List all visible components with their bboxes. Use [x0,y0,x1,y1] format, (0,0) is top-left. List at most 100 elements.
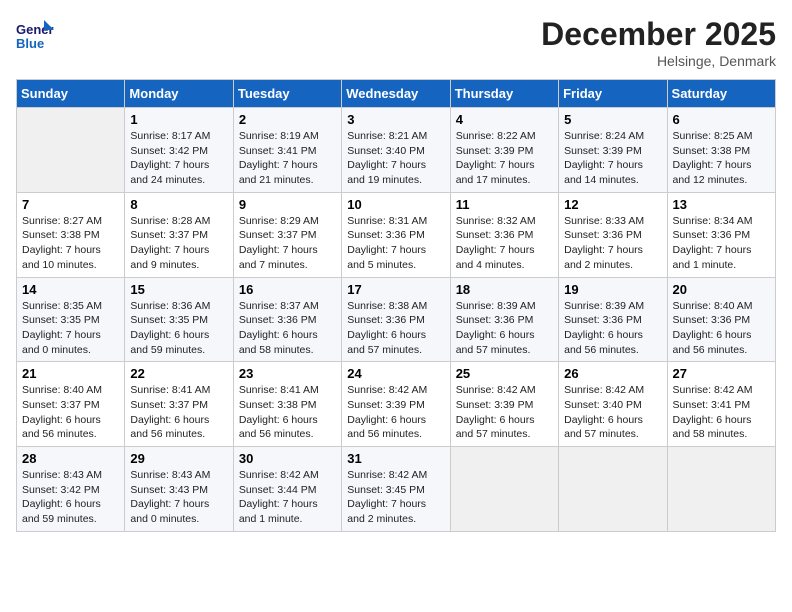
calendar-week-row: 21 Sunrise: 8:40 AMSunset: 3:37 PMDayligh… [17,362,776,447]
cell-details: Sunrise: 8:36 AMSunset: 3:35 PMDaylight:… [130,299,227,358]
logo-icon: General Blue [16,16,54,54]
col-header-wednesday: Wednesday [342,80,450,108]
cell-details: Sunrise: 8:27 AMSunset: 3:38 PMDaylight:… [22,214,119,273]
cell-details: Sunrise: 8:22 AMSunset: 3:39 PMDaylight:… [456,129,553,188]
calendar-table: SundayMondayTuesdayWednesdayThursdayFrid… [16,79,776,532]
cell-details: Sunrise: 8:29 AMSunset: 3:37 PMDaylight:… [239,214,336,273]
day-number: 19 [564,282,661,297]
cell-details: Sunrise: 8:28 AMSunset: 3:37 PMDaylight:… [130,214,227,273]
calendar-cell: 18 Sunrise: 8:39 AMSunset: 3:36 PMDayligh… [450,277,558,362]
cell-details: Sunrise: 8:42 AMSunset: 3:40 PMDaylight:… [564,383,661,442]
logo: General Blue [16,16,58,54]
cell-details: Sunrise: 8:42 AMSunset: 3:44 PMDaylight:… [239,468,336,527]
day-number: 4 [456,112,553,127]
calendar-cell: 13 Sunrise: 8:34 AMSunset: 3:36 PMDayligh… [667,192,775,277]
calendar-cell: 20 Sunrise: 8:40 AMSunset: 3:36 PMDayligh… [667,277,775,362]
calendar-cell: 24 Sunrise: 8:42 AMSunset: 3:39 PMDayligh… [342,362,450,447]
calendar-cell: 15 Sunrise: 8:36 AMSunset: 3:35 PMDayligh… [125,277,233,362]
cell-details: Sunrise: 8:42 AMSunset: 3:41 PMDaylight:… [673,383,770,442]
day-number: 20 [673,282,770,297]
day-number: 24 [347,366,444,381]
cell-details: Sunrise: 8:37 AMSunset: 3:36 PMDaylight:… [239,299,336,358]
cell-details: Sunrise: 8:41 AMSunset: 3:38 PMDaylight:… [239,383,336,442]
calendar-cell [17,108,125,193]
day-number: 7 [22,197,119,212]
cell-details: Sunrise: 8:24 AMSunset: 3:39 PMDaylight:… [564,129,661,188]
calendar-cell: 11Sunrise: 8:32 AMSunset: 3:36 PMDayligh… [450,192,558,277]
col-header-tuesday: Tuesday [233,80,341,108]
calendar-cell: 6 Sunrise: 8:25 AMSunset: 3:38 PMDaylight… [667,108,775,193]
cell-details: Sunrise: 8:33 AMSunset: 3:36 PMDaylight:… [564,214,661,273]
col-header-saturday: Saturday [667,80,775,108]
calendar-week-row: 14 Sunrise: 8:35 AMSunset: 3:35 PMDayligh… [17,277,776,362]
calendar-header-row: SundayMondayTuesdayWednesdayThursdayFrid… [17,80,776,108]
calendar-cell: 30Sunrise: 8:42 AMSunset: 3:44 PMDayligh… [233,447,341,532]
day-number: 29 [130,451,227,466]
calendar-cell: 5 Sunrise: 8:24 AMSunset: 3:39 PMDaylight… [559,108,667,193]
calendar-cell: 23Sunrise: 8:41 AMSunset: 3:38 PMDayligh… [233,362,341,447]
day-number: 12 [564,197,661,212]
day-number: 16 [239,282,336,297]
day-number: 27 [673,366,770,381]
calendar-cell: 28 Sunrise: 8:43 AMSunset: 3:42 PMDayligh… [17,447,125,532]
cell-details: Sunrise: 8:41 AMSunset: 3:37 PMDaylight:… [130,383,227,442]
day-number: 25 [456,366,553,381]
title-block: December 2025 Helsinge, Denmark [541,16,776,69]
calendar-week-row: 28 Sunrise: 8:43 AMSunset: 3:42 PMDayligh… [17,447,776,532]
col-header-sunday: Sunday [17,80,125,108]
day-number: 2 [239,112,336,127]
cell-details: Sunrise: 8:42 AMSunset: 3:45 PMDaylight:… [347,468,444,527]
cell-details: Sunrise: 8:34 AMSunset: 3:36 PMDaylight:… [673,214,770,273]
calendar-cell: 2 Sunrise: 8:19 AMSunset: 3:41 PMDaylight… [233,108,341,193]
day-number: 10 [347,197,444,212]
location-subtitle: Helsinge, Denmark [541,53,776,69]
day-number: 26 [564,366,661,381]
cell-details: Sunrise: 8:31 AMSunset: 3:36 PMDaylight:… [347,214,444,273]
calendar-cell: 12 Sunrise: 8:33 AMSunset: 3:36 PMDayligh… [559,192,667,277]
calendar-cell: 8 Sunrise: 8:28 AMSunset: 3:37 PMDaylight… [125,192,233,277]
day-number: 8 [130,197,227,212]
calendar-cell: 4 Sunrise: 8:22 AMSunset: 3:39 PMDaylight… [450,108,558,193]
day-number: 5 [564,112,661,127]
cell-details: Sunrise: 8:40 AMSunset: 3:36 PMDaylight:… [673,299,770,358]
day-number: 18 [456,282,553,297]
calendar-cell: 31 Sunrise: 8:42 AMSunset: 3:45 PMDayligh… [342,447,450,532]
cell-details: Sunrise: 8:43 AMSunset: 3:42 PMDaylight:… [22,468,119,527]
day-number: 17 [347,282,444,297]
cell-details: Sunrise: 8:19 AMSunset: 3:41 PMDaylight:… [239,129,336,188]
col-header-friday: Friday [559,80,667,108]
day-number: 6 [673,112,770,127]
calendar-cell [559,447,667,532]
calendar-cell: 19 Sunrise: 8:39 AMSunset: 3:36 PMDayligh… [559,277,667,362]
day-number: 14 [22,282,119,297]
cell-details: Sunrise: 8:40 AMSunset: 3:37 PMDaylight:… [22,383,119,442]
calendar-cell: 17Sunrise: 8:38 AMSunset: 3:36 PMDayligh… [342,277,450,362]
cell-details: Sunrise: 8:42 AMSunset: 3:39 PMDaylight:… [456,383,553,442]
calendar-cell [450,447,558,532]
day-number: 15 [130,282,227,297]
cell-details: Sunrise: 8:21 AMSunset: 3:40 PMDaylight:… [347,129,444,188]
cell-details: Sunrise: 8:25 AMSunset: 3:38 PMDaylight:… [673,129,770,188]
calendar-cell: 16 Sunrise: 8:37 AMSunset: 3:36 PMDayligh… [233,277,341,362]
cell-details: Sunrise: 8:35 AMSunset: 3:35 PMDaylight:… [22,299,119,358]
calendar-week-row: 7 Sunrise: 8:27 AMSunset: 3:38 PMDaylight… [17,192,776,277]
calendar-cell: 26 Sunrise: 8:42 AMSunset: 3:40 PMDayligh… [559,362,667,447]
cell-details: Sunrise: 8:39 AMSunset: 3:36 PMDaylight:… [456,299,553,358]
calendar-cell: 29Sunrise: 8:43 AMSunset: 3:43 PMDayligh… [125,447,233,532]
day-number: 13 [673,197,770,212]
col-header-thursday: Thursday [450,80,558,108]
day-number: 1 [130,112,227,127]
cell-details: Sunrise: 8:42 AMSunset: 3:39 PMDaylight:… [347,383,444,442]
cell-details: Sunrise: 8:39 AMSunset: 3:36 PMDaylight:… [564,299,661,358]
day-number: 22 [130,366,227,381]
calendar-cell: 7 Sunrise: 8:27 AMSunset: 3:38 PMDaylight… [17,192,125,277]
day-number: 31 [347,451,444,466]
calendar-week-row: 1Sunrise: 8:17 AMSunset: 3:42 PMDaylight… [17,108,776,193]
calendar-cell: 25 Sunrise: 8:42 AMSunset: 3:39 PMDayligh… [450,362,558,447]
day-number: 28 [22,451,119,466]
calendar-cell: 14 Sunrise: 8:35 AMSunset: 3:35 PMDayligh… [17,277,125,362]
calendar-cell: 9Sunrise: 8:29 AMSunset: 3:37 PMDaylight… [233,192,341,277]
cell-details: Sunrise: 8:32 AMSunset: 3:36 PMDaylight:… [456,214,553,273]
calendar-cell: 10 Sunrise: 8:31 AMSunset: 3:36 PMDayligh… [342,192,450,277]
day-number: 21 [22,366,119,381]
